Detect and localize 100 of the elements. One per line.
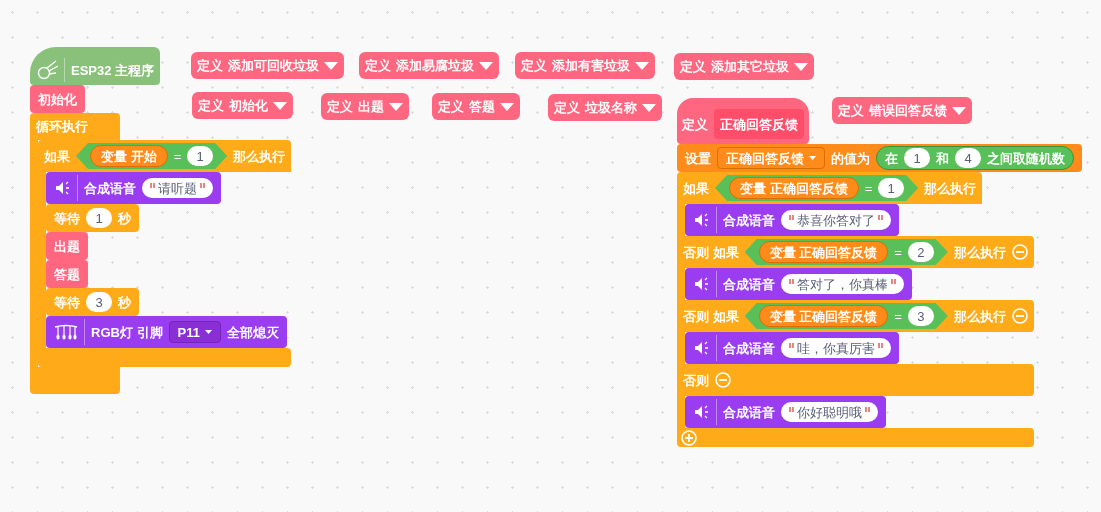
- dropdown-triangle-icon: [324, 61, 338, 70]
- field-text: 你好聪明哦: [797, 405, 862, 419]
- speaker-icon: [54, 179, 71, 197]
- block-label: 答题: [54, 267, 80, 281]
- block-label: 秒: [118, 295, 131, 309]
- block-label: 出题: [54, 239, 80, 253]
- number-field[interactable]: 1: [904, 148, 930, 168]
- block-label: 定义: [198, 99, 224, 112]
- dropdown-triangle-icon: [635, 61, 649, 70]
- speech-block[interactable]: 合成语音 你好聪明哦: [685, 396, 886, 428]
- block-label: 出题: [358, 100, 384, 113]
- number-field[interactable]: 1: [86, 208, 112, 228]
- quote-mark-icon: [789, 342, 794, 349]
- block-label: 和: [936, 151, 949, 165]
- minus-icon: [1011, 308, 1028, 324]
- block-label: 等待: [54, 295, 80, 309]
- operator-label: =: [894, 309, 902, 323]
- dropdown-triangle-icon: [952, 106, 966, 115]
- block-label: RGB灯 引脚: [91, 325, 163, 339]
- block-label: 等待: [54, 211, 80, 225]
- block-label: 合成语音: [723, 341, 775, 355]
- condition-block[interactable]: 变量 开始 = 1: [76, 143, 228, 169]
- operator-label: =: [894, 245, 902, 259]
- block-label: 全部熄灭: [226, 325, 279, 339]
- caret-icon: [809, 156, 816, 160]
- speaker-icon: [693, 211, 710, 229]
- block-label: 秒: [118, 211, 131, 225]
- speaker-icon: [693, 275, 710, 293]
- block-label: 否则: [683, 373, 709, 387]
- block-header[interactable]: 如果 变量 正确回答反馈 = 1 那么执行: [677, 172, 983, 204]
- block-header[interactable]: 否则 如果 变量 正确回答反馈 = 2 那么执行: [677, 236, 1034, 268]
- quote-mark-icon: [789, 214, 794, 221]
- block-label: 定义: [682, 117, 708, 131]
- block-header[interactable]: 如果 变量 开始 = 1 那么执行: [38, 140, 292, 172]
- dropdown-triangle-icon: [479, 61, 493, 70]
- block-label: 那么执行: [953, 309, 1006, 323]
- condition-block[interactable]: 变量 正确回答反馈 = 2: [744, 239, 948, 265]
- block-label: 定义: [521, 59, 547, 72]
- quote-mark-icon: [878, 214, 883, 221]
- speech-block[interactable]: 合成语音 请听题: [46, 172, 221, 204]
- quote-mark-icon: [789, 406, 794, 413]
- field-text: 答对了，你真棒: [797, 277, 888, 291]
- condition-block[interactable]: 变量 正确回答反馈 = 1: [715, 175, 919, 201]
- dropdown-triangle-icon: [642, 103, 656, 112]
- block-label: 添加有害垃圾: [552, 59, 630, 72]
- number-field[interactable]: 1: [187, 146, 214, 166]
- block-label: 循环执行: [36, 120, 88, 133]
- field-text: 请听题: [158, 181, 197, 195]
- block-label: 的值为: [831, 151, 870, 165]
- speech-block[interactable]: 合成语音 恭喜你答对了: [685, 204, 899, 236]
- condition-block[interactable]: 变量 正确回答反馈 = 3: [744, 303, 948, 329]
- dropdown-value: 正确回答反馈: [726, 151, 804, 165]
- speech-block[interactable]: 合成语音 哇，你真厉害: [685, 332, 899, 364]
- number-field[interactable]: 3: [907, 306, 934, 326]
- block-header[interactable]: 否则 如果 变量 正确回答反馈 = 3 那么执行: [677, 300, 1034, 332]
- pin-dropdown[interactable]: P11: [168, 321, 221, 343]
- quote-mark-icon: [878, 342, 883, 349]
- string-lights-icon: [54, 324, 78, 340]
- number-field[interactable]: 4: [955, 148, 981, 168]
- wait-block[interactable]: 等待 3 秒: [46, 288, 139, 316]
- block-label: 初始化: [229, 99, 268, 112]
- block-label: 定义: [838, 104, 864, 117]
- text-field[interactable]: 哇，你真厉害: [781, 338, 891, 358]
- block-label: 错误回答反馈: [869, 104, 947, 117]
- number-field[interactable]: 1: [878, 178, 905, 198]
- quote-mark-icon: [200, 182, 205, 189]
- text-field[interactable]: 请听题: [142, 178, 213, 198]
- block-label: 定义: [197, 59, 223, 72]
- block-label: 否则 如果: [683, 245, 739, 259]
- block-label: 合成语音: [723, 405, 775, 419]
- rgb-light-block[interactable]: RGB灯 引脚 P11 全部熄灭: [46, 316, 287, 348]
- text-field[interactable]: 你好聪明哦: [781, 402, 878, 422]
- block-label: 添加其它垃圾: [711, 60, 789, 73]
- speech-block[interactable]: 合成语音 答对了，你真棒: [685, 268, 912, 300]
- number-field[interactable]: 3: [86, 292, 112, 312]
- caret-icon: [204, 330, 212, 334]
- quote-mark-icon: [789, 278, 794, 285]
- speaker-icon: [693, 403, 710, 421]
- dropdown-triangle-icon: [794, 62, 808, 71]
- block-label: 如果: [683, 181, 709, 195]
- block-label: 那么执行: [953, 245, 1006, 259]
- block-label: 否则 如果: [683, 309, 739, 323]
- number-field[interactable]: 2: [907, 242, 934, 262]
- block-label: 如果: [44, 149, 70, 163]
- quote-mark-icon: [150, 182, 155, 189]
- block-label: 添加易腐垃圾: [396, 59, 474, 72]
- block-label: 添加可回收垃圾: [228, 59, 319, 72]
- block-label: 垃圾名称: [585, 101, 637, 114]
- quote-mark-icon: [865, 406, 870, 413]
- set-variable-block[interactable]: 设置 正确回答反馈 的值为 在 1 和 4 之间取随机数: [677, 144, 1082, 172]
- block-label: 定义: [365, 59, 391, 72]
- text-field[interactable]: 恭喜你答对了: [781, 210, 891, 230]
- quote-mark-icon: [891, 278, 896, 285]
- block-label: 之间取随机数: [987, 151, 1065, 165]
- block-label: 在: [885, 151, 898, 165]
- dropdown-value: P11: [177, 325, 200, 339]
- block-label: 定义: [327, 100, 353, 113]
- text-field[interactable]: 答对了，你真棒: [781, 274, 904, 294]
- random-number-block[interactable]: 在 1 和 4 之间取随机数: [876, 146, 1074, 170]
- wait-block[interactable]: 等待 1 秒: [46, 204, 139, 232]
